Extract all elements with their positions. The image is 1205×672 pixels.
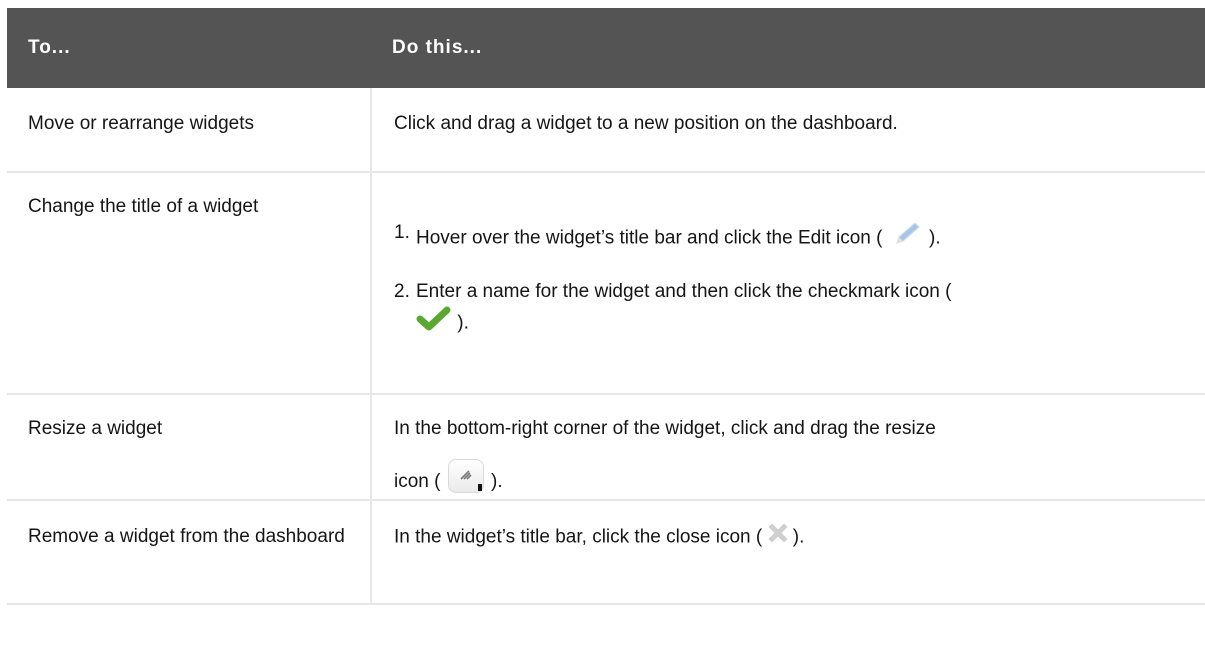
step-text-before: Hover over the widget’s title bar and cl… <box>416 227 883 249</box>
column-header-to: To... <box>7 8 371 88</box>
checkmark-icon <box>416 306 452 341</box>
steps-list: 1. Hover over the widget’s title bar and… <box>394 219 1205 341</box>
table-row: Resize a widget In the bottom-right corn… <box>7 394 1205 501</box>
step-text-after: ). <box>457 312 469 334</box>
task-cell: Resize a widget <box>7 394 372 501</box>
action-text-after: ). <box>792 526 805 548</box>
table-row: Change the title of a widget 1. Hover ov… <box>7 172 1205 395</box>
task-cell: Move or rearrange widgets <box>7 88 372 173</box>
table-row: Remove a widget from the dashboard In th… <box>7 500 1205 605</box>
task-cell: Change the title of a widget <box>7 172 372 395</box>
step-number: 2. <box>394 281 410 302</box>
close-icon <box>767 523 788 552</box>
resize-icon <box>447 459 484 493</box>
list-item: 1. Hover over the widget’s title bar and… <box>394 219 1205 258</box>
action-text-before: icon ( <box>394 471 441 492</box>
dashboard-widget-actions-table: To... Do this... Move or rearrange widge… <box>7 8 1205 605</box>
action-cell: Click and drag a widget to a new positio… <box>371 88 1205 173</box>
pencil-icon <box>888 219 924 258</box>
step-text-after: ). <box>929 227 941 249</box>
column-header-do-this: Do this... <box>371 8 1205 88</box>
list-item: 2. Enter a name for the widget and then … <box>394 278 1205 341</box>
table-row: Move or rearrange widgets Click and drag… <box>7 88 1205 173</box>
action-cell: In the widget’s title bar, click the clo… <box>371 500 1205 605</box>
step-text-before: Enter a name for the widget and then cli… <box>416 281 952 302</box>
table-header-row: To... Do this... <box>7 8 1205 88</box>
action-text-after: ). <box>491 471 503 492</box>
action-line-1: In the bottom-right corner of the widget… <box>394 418 936 439</box>
action-text-before: In the widget’s title bar, click the clo… <box>394 526 763 548</box>
truncated-text-above <box>0 0 1205 8</box>
action-line-2: icon ( ). <box>394 459 1205 496</box>
action-cell: 1. Hover over the widget’s title bar and… <box>371 172 1205 395</box>
step-number: 1. <box>394 222 410 243</box>
task-cell: Remove a widget from the dashboard <box>7 500 372 605</box>
action-cell: In the bottom-right corner of the widget… <box>371 394 1205 501</box>
